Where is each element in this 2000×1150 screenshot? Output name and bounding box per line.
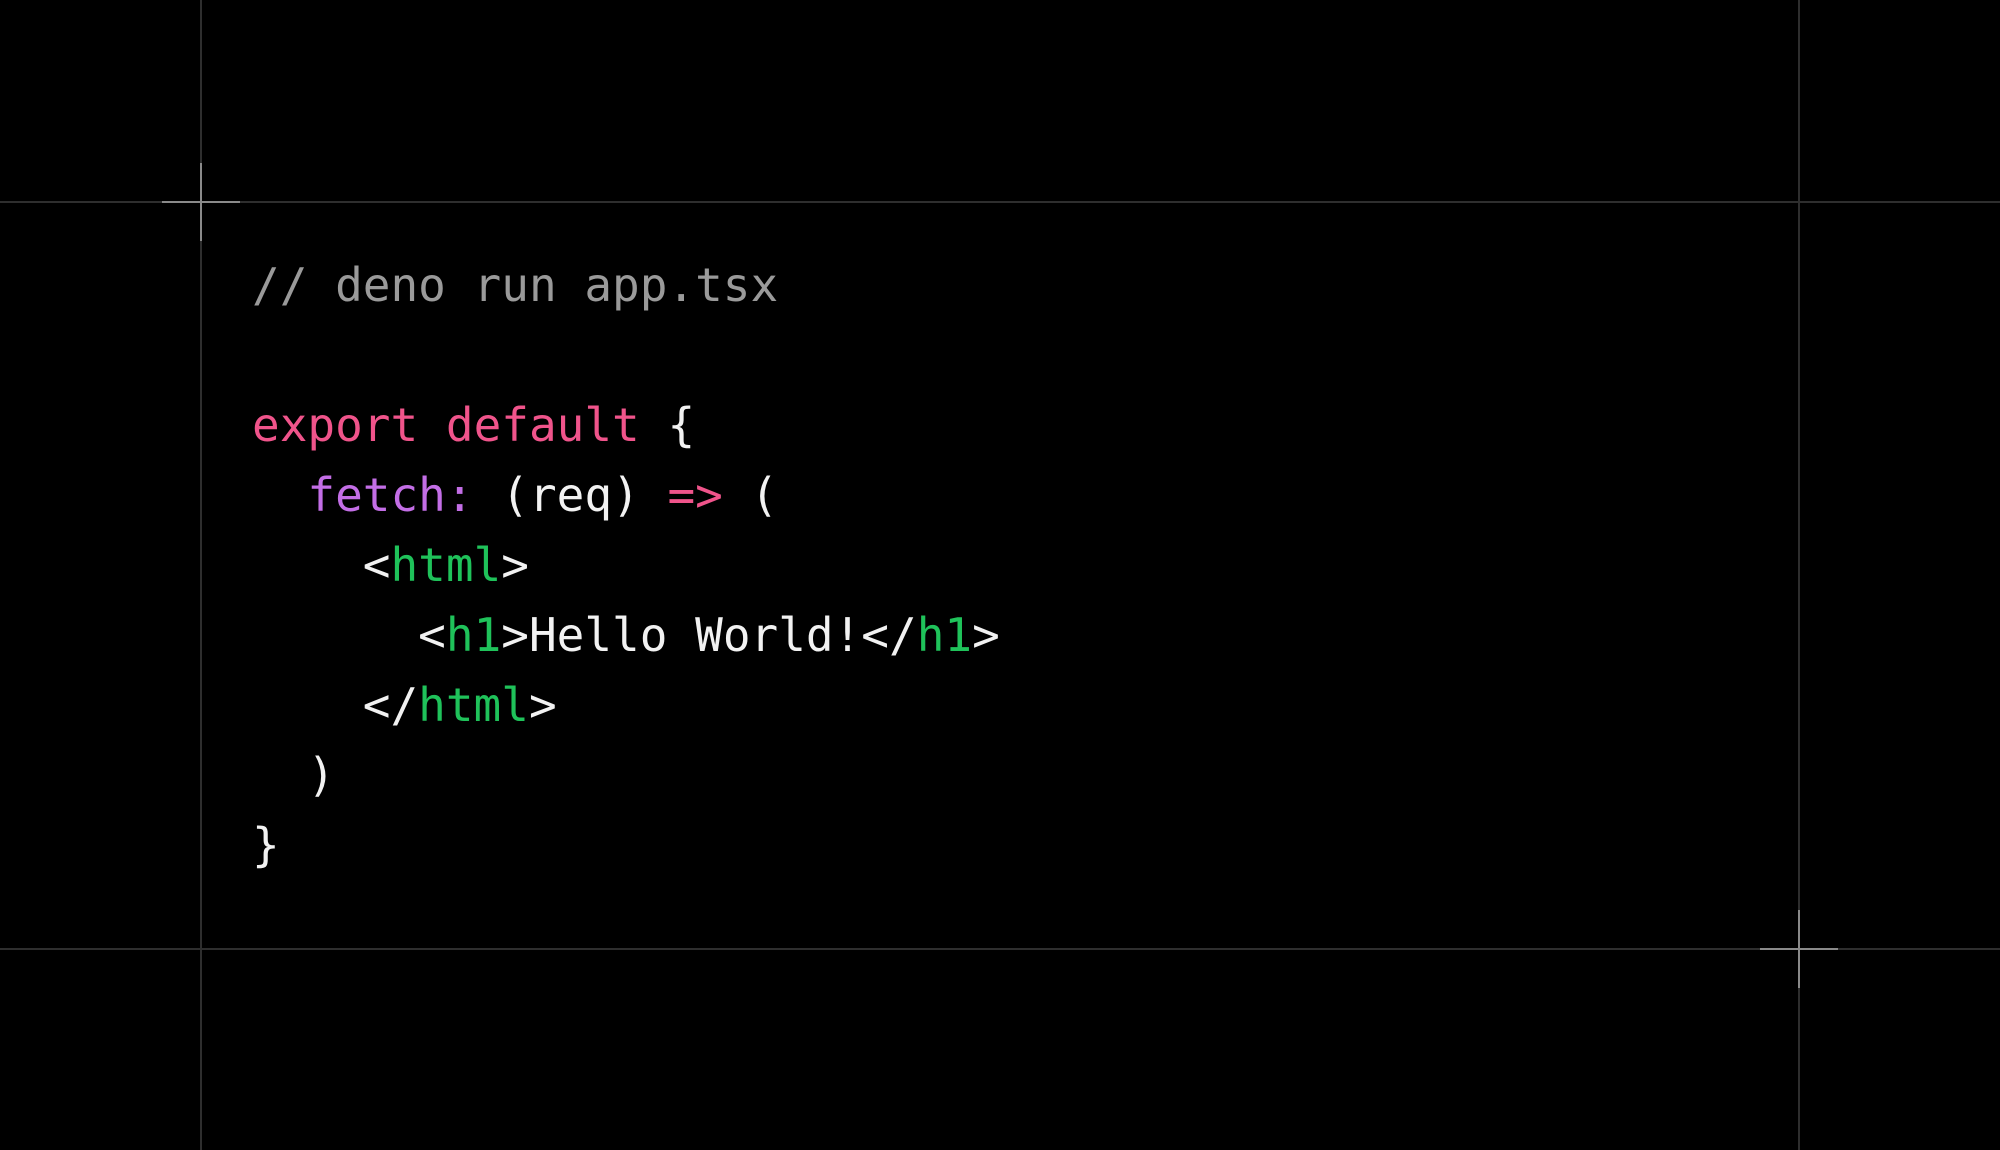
code-token-keyword: => <box>667 468 723 522</box>
code-token-property: fetch: <box>307 468 474 522</box>
grid-line-top <box>0 201 2000 203</box>
code-token-comment: // deno run app.tsx <box>252 258 779 312</box>
code-token-default: </ <box>252 678 419 732</box>
code-token-keyword: export <box>252 398 419 452</box>
code-token-default: > <box>528 678 557 732</box>
code-token-default: < <box>252 538 391 592</box>
code-line: <h1>Hello World!</h1> <box>252 600 1000 670</box>
code-token-tag: h1 <box>916 608 973 662</box>
code-token-default: > <box>501 538 529 592</box>
code-token-default: (req) <box>473 468 668 522</box>
code-line: export default { <box>252 390 1000 460</box>
code-token-default <box>252 468 307 522</box>
code-token-default: ) <box>252 748 336 802</box>
code-canvas: // deno run app.tsx export default { fetc… <box>0 0 2000 1150</box>
code-block: // deno run app.tsx export default { fetc… <box>252 250 1000 880</box>
code-token-keyword: default <box>445 398 640 452</box>
code-token-default: { <box>639 398 696 452</box>
code-line: ) <box>252 740 1000 810</box>
code-line: // deno run app.tsx <box>252 250 1000 320</box>
code-line: </html> <box>252 670 1000 740</box>
code-token-default: } <box>252 818 280 872</box>
code-token-default <box>418 398 446 452</box>
code-token-tag: html <box>390 538 502 592</box>
grid-line-bottom <box>0 948 2000 950</box>
code-line: <html> <box>252 530 1000 600</box>
code-token-tag: h1 <box>445 608 502 662</box>
code-token-default: > <box>972 608 1000 662</box>
crosshair-bottom-right-vertical <box>1798 910 1800 988</box>
code-token-tag: html <box>418 678 529 732</box>
code-token-default: ( <box>722 468 779 522</box>
code-token-default: >Hello World!</ <box>501 608 917 662</box>
code-line: fetch: (req) => ( <box>252 460 1000 530</box>
code-line: } <box>252 810 1000 880</box>
crosshair-top-left-vertical <box>200 163 202 241</box>
code-token-default: < <box>252 608 446 662</box>
